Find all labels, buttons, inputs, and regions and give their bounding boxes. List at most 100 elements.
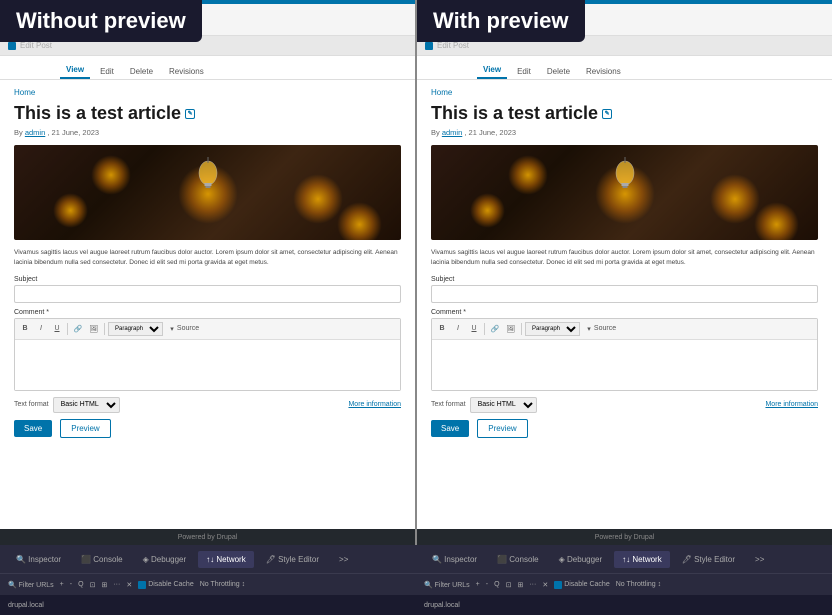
main-container: Without preview Home My account Log out … xyxy=(0,0,832,615)
tab-view-right[interactable]: View xyxy=(477,62,507,79)
devtools-expand-left[interactable]: ⊞ xyxy=(101,581,107,589)
devtools-tab-inspector-right[interactable]: 🔍 Inspector xyxy=(424,551,485,568)
form-buttons-left: Save Preview xyxy=(14,419,401,438)
title-text-right: This is a test article xyxy=(431,103,598,124)
wp-icon-right xyxy=(425,42,433,50)
devtools-tab-console-left[interactable]: ⬛ Console xyxy=(73,551,131,568)
wp-admin-text-right: Edit Post xyxy=(437,41,469,50)
tab-edit-left[interactable]: Edit xyxy=(94,64,120,79)
devtools-expand-right[interactable]: ⊞ xyxy=(517,581,523,589)
devtools-grid-left[interactable]: ⊡ xyxy=(90,581,96,589)
comment-textarea-right[interactable] xyxy=(432,340,817,390)
disable-cache-toggle-right[interactable]: Disable Cache xyxy=(554,581,610,589)
save-button-right[interactable]: Save xyxy=(431,420,469,437)
article-meta-left: By admin , 21 June, 2023 xyxy=(14,128,401,137)
bulb-glow-2-left xyxy=(91,155,131,195)
breadcrumb-right[interactable]: Home xyxy=(431,88,818,97)
devtools-tab-more-right[interactable]: >> xyxy=(747,551,772,568)
toolbar-link-right[interactable]: 🔗 xyxy=(488,322,502,336)
network-bar-left: drupal.local xyxy=(0,595,416,615)
toolbar-image-left[interactable]: 🖼 xyxy=(87,322,101,336)
cache-checkbox-right xyxy=(554,581,562,589)
admin-link-left[interactable]: admin xyxy=(25,128,45,137)
devtools-tab-style-right[interactable]: 🖊 Style Editor xyxy=(674,551,743,568)
devtools-minus-left[interactable]: - xyxy=(70,581,72,588)
tab-view-left[interactable]: View xyxy=(60,62,90,79)
form-buttons-right: Save Preview xyxy=(431,419,818,438)
comment-label-left: Comment * xyxy=(14,309,401,316)
preview-button-left[interactable]: Preview xyxy=(60,419,110,438)
tab-delete-left[interactable]: Delete xyxy=(124,64,159,79)
devtools-tab-network-left[interactable]: ↑↓ Network xyxy=(198,551,254,568)
breadcrumb-left[interactable]: Home xyxy=(14,88,401,97)
devtools-plus-right[interactable]: + xyxy=(476,581,480,588)
toolbar-link-left[interactable]: 🔗 xyxy=(71,322,85,336)
throttle-toggle-left[interactable]: No Throttling ↕ xyxy=(200,581,245,588)
toolbar-bold-right[interactable]: B xyxy=(435,322,449,336)
disable-cache-toggle-left[interactable]: Disable Cache xyxy=(138,581,194,589)
text-format-row-left: Text format Basic HTML More information xyxy=(14,397,401,413)
text-format-select-right[interactable]: Basic HTML xyxy=(470,397,537,413)
more-info-link-right[interactable]: More information xyxy=(765,401,818,408)
article-body-left: Vivamus sagittis lacus vel augue laoreet… xyxy=(14,248,401,268)
devtools-plus-left[interactable]: + xyxy=(60,581,64,588)
subject-input-right[interactable] xyxy=(431,285,818,303)
bulb-svg-right xyxy=(612,155,637,195)
format-select-left[interactable]: Paragraph xyxy=(108,322,163,336)
toolbar-source-right[interactable]: Source xyxy=(598,322,612,336)
devtools-grid-right[interactable]: ⊡ xyxy=(506,581,512,589)
footer-panel-left: 🔍 Inspector ⬛ Console ◈ Debugger ↑↓ Netw… xyxy=(0,545,416,615)
meta-date-left: , 21 June, 2023 xyxy=(47,128,99,137)
devtools-tabs-left: 🔍 Inspector ⬛ Console ◈ Debugger ↑↓ Netw… xyxy=(0,545,416,573)
devtools-tab-inspector-left[interactable]: 🔍 Inspector xyxy=(8,551,69,568)
devtools-tab-network-right[interactable]: ↑↓ Network xyxy=(614,551,670,568)
devtools-minus-right[interactable]: - xyxy=(486,581,488,588)
throttle-toggle-right[interactable]: No Throttling ↕ xyxy=(616,581,661,588)
toolbar-image-right[interactable]: 🖼 xyxy=(504,322,518,336)
filter-url-btn-left[interactable]: 🔍 Filter URLs xyxy=(8,581,54,589)
devtools-tab-more-left[interactable]: >> xyxy=(331,551,356,568)
comment-textarea-left[interactable] xyxy=(15,340,400,390)
comment-form-left: Subject Comment * B I U 🔗 🖼 xyxy=(14,276,401,438)
preview-button-right[interactable]: Preview xyxy=(477,419,527,438)
article-image-left xyxy=(14,145,401,240)
drupal-local-label-left: drupal.local xyxy=(8,602,44,609)
edit-icon-left[interactable]: ✎ xyxy=(185,109,195,119)
devtools-more-left[interactable]: ··· xyxy=(113,581,120,588)
more-info-link-left[interactable]: More information xyxy=(348,401,401,408)
format-select-right[interactable]: Paragraph xyxy=(525,322,580,336)
toolbar-underline-left[interactable]: U xyxy=(50,322,64,336)
toolbar-italic-right[interactable]: I xyxy=(451,322,465,336)
panels-row: Without preview Home My account Log out … xyxy=(0,0,832,545)
tab-edit-right[interactable]: Edit xyxy=(511,64,537,79)
article-title-left: This is a test article ✎ xyxy=(14,103,401,124)
devtools-tab-debugger-right[interactable]: ◈ Debugger xyxy=(551,551,611,568)
devtools-search-right[interactable]: Q xyxy=(494,581,499,588)
panel-without-preview: Without preview Home My account Log out … xyxy=(0,0,415,545)
devtools-close-right[interactable]: ✕ xyxy=(542,581,548,589)
tab-delete-right[interactable]: Delete xyxy=(541,64,576,79)
bulb-glow-4-left xyxy=(53,193,88,228)
article-image-right xyxy=(431,145,818,240)
text-format-group-right: Text format Basic HTML xyxy=(431,397,537,413)
tab-revisions-left[interactable]: Revisions xyxy=(163,64,210,79)
admin-link-right[interactable]: admin xyxy=(442,128,462,137)
devtools-tab-debugger-left[interactable]: ◈ Debugger xyxy=(135,551,195,568)
save-button-left[interactable]: Save xyxy=(14,420,52,437)
filter-url-btn-right[interactable]: 🔍 Filter URLs xyxy=(424,581,470,589)
toolbar-sep-right xyxy=(484,323,485,335)
subject-input-left[interactable] xyxy=(14,285,401,303)
text-format-select-left[interactable]: Basic HTML xyxy=(53,397,120,413)
devtools-close-left[interactable]: ✕ xyxy=(126,581,132,589)
throttle-label-left: No Throttling ↕ xyxy=(200,581,245,588)
toolbar-bold-left[interactable]: B xyxy=(18,322,32,336)
devtools-more-right[interactable]: ··· xyxy=(529,581,536,588)
devtools-search-left[interactable]: Q xyxy=(78,581,83,588)
tab-revisions-right[interactable]: Revisions xyxy=(580,64,627,79)
edit-icon-right[interactable]: ✎ xyxy=(602,109,612,119)
toolbar-underline-right[interactable]: U xyxy=(467,322,481,336)
devtools-tab-style-left[interactable]: 🖊 Style Editor xyxy=(258,551,327,568)
toolbar-italic-left[interactable]: I xyxy=(34,322,48,336)
toolbar-source-left[interactable]: Source xyxy=(181,322,195,336)
devtools-tab-console-right[interactable]: ⬛ Console xyxy=(489,551,547,568)
